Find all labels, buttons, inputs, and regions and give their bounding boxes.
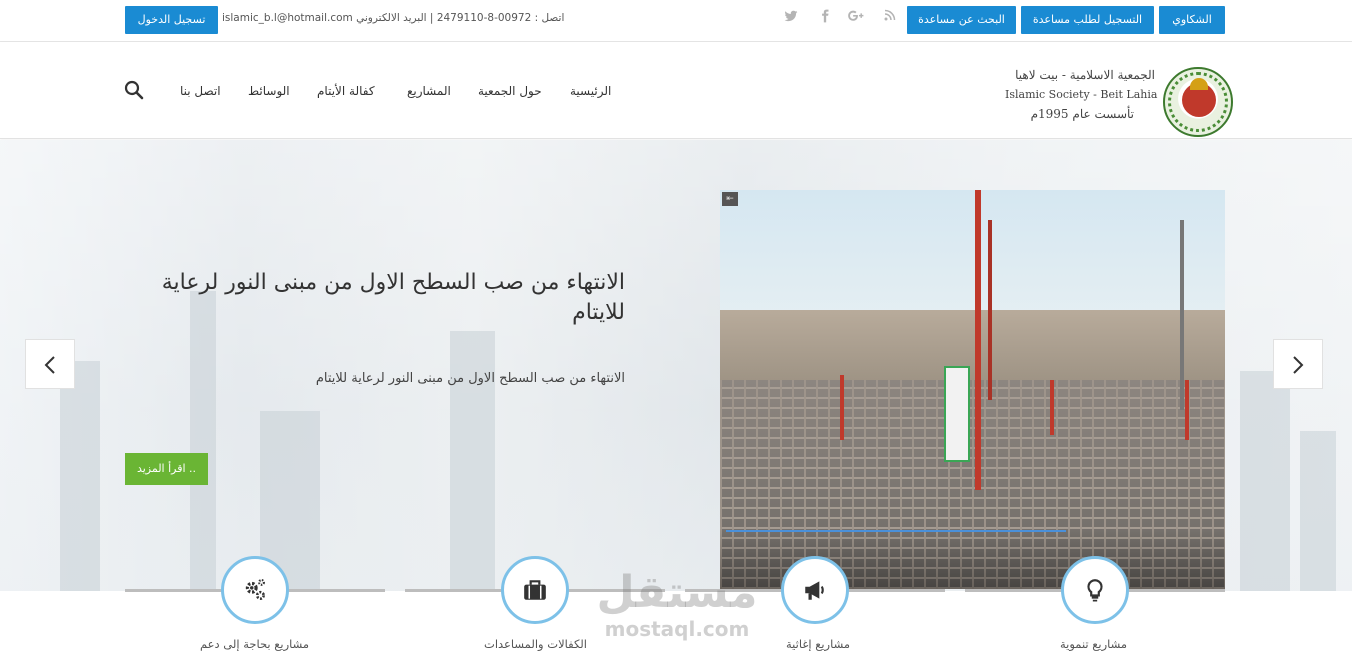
video-concrete-pump [975, 190, 981, 490]
video-rebar-pole [1050, 380, 1054, 435]
nav-home[interactable]: الرئيسية [570, 84, 611, 98]
rss-icon[interactable] [881, 9, 899, 25]
register-help-button[interactable]: التسجيل لطلب مساعدة [1021, 6, 1154, 34]
bg-building [60, 361, 100, 591]
org-name-en: Islamic Society - Beit Lahia [1005, 88, 1158, 101]
founded-text: تأسست عام 1995م [1030, 107, 1134, 121]
watermark: مستقل mostaql.com [592, 567, 762, 641]
bg-building [1240, 371, 1290, 591]
read-more-button[interactable]: اقرأ المزيد .. [125, 453, 208, 485]
logo[interactable] [1163, 67, 1233, 137]
gears-icon[interactable] [221, 556, 289, 624]
feature-label-development[interactable]: مشاريع تنموية [1060, 637, 1127, 651]
slide-video[interactable]: ⇤ [720, 190, 1225, 589]
google-plus-icon[interactable] [847, 9, 865, 27]
megaphone-icon[interactable] [781, 556, 849, 624]
nav-media[interactable]: الوسائط [248, 84, 290, 98]
slide-subtitle: الانتهاء من صب السطح الاول من مبنى النور… [315, 371, 625, 386]
video-utility-pole [1180, 220, 1184, 410]
search-icon[interactable] [124, 80, 144, 100]
video-collapse-icon[interactable]: ⇤ [722, 192, 738, 206]
feature-label-sponsorships[interactable]: الكفالات والمساعدات [484, 637, 587, 651]
briefcase-icon[interactable] [501, 556, 569, 624]
bg-building [1300, 431, 1336, 591]
bg-building [190, 291, 216, 591]
feature-label-need-support[interactable]: مشاريع بحاجة إلى دعم [200, 637, 309, 651]
org-name-ar: الجمعية الاسلامية - بيت لاهيا [1015, 68, 1155, 82]
top-bar: تسجيل الدخول اتصل : 00972-8-2479110 | ال… [0, 0, 1352, 42]
complaints-button[interactable]: الشكاوي [1159, 6, 1225, 34]
login-button[interactable]: تسجيل الدخول [125, 6, 218, 34]
lightbulb-icon[interactable] [1061, 556, 1129, 624]
logo-dome [1190, 78, 1208, 90]
nav-about[interactable]: حول الجمعية [478, 84, 542, 98]
bg-building [450, 331, 495, 591]
twitter-icon[interactable] [782, 9, 800, 27]
video-rebar-pole [840, 375, 844, 440]
nav-contact[interactable]: اتصل بنا [180, 84, 221, 98]
nav-orphan-sponsorship[interactable]: كفالة الأيتام [317, 84, 375, 98]
contact-info: اتصل : 00972-8-2479110 | البريد الالكترو… [222, 12, 565, 24]
slider-next-button[interactable] [1273, 339, 1323, 389]
watermark-en: mostaql.com [604, 617, 750, 641]
video-banner [944, 366, 970, 462]
facebook-icon[interactable] [816, 9, 834, 27]
search-help-button[interactable]: البحث عن مساعدة [907, 6, 1016, 34]
video-skyline [720, 310, 1225, 380]
video-sky [720, 190, 1225, 330]
watermark-ar: مستقل [596, 567, 758, 618]
slider-prev-button[interactable] [25, 339, 75, 389]
nav-projects[interactable]: المشاريع [407, 84, 451, 98]
video-progress-bar[interactable] [726, 530, 1066, 532]
feature-label-relief[interactable]: مشاريع إغاثية [786, 637, 850, 651]
slide-title: الانتهاء من صب السطح الاول من مبنى النور… [161, 270, 625, 325]
video-concrete-pump [988, 220, 992, 400]
page: تسجيل الدخول اتصل : 00972-8-2479110 | ال… [0, 0, 1352, 663]
video-rebar-pole [1185, 380, 1189, 440]
